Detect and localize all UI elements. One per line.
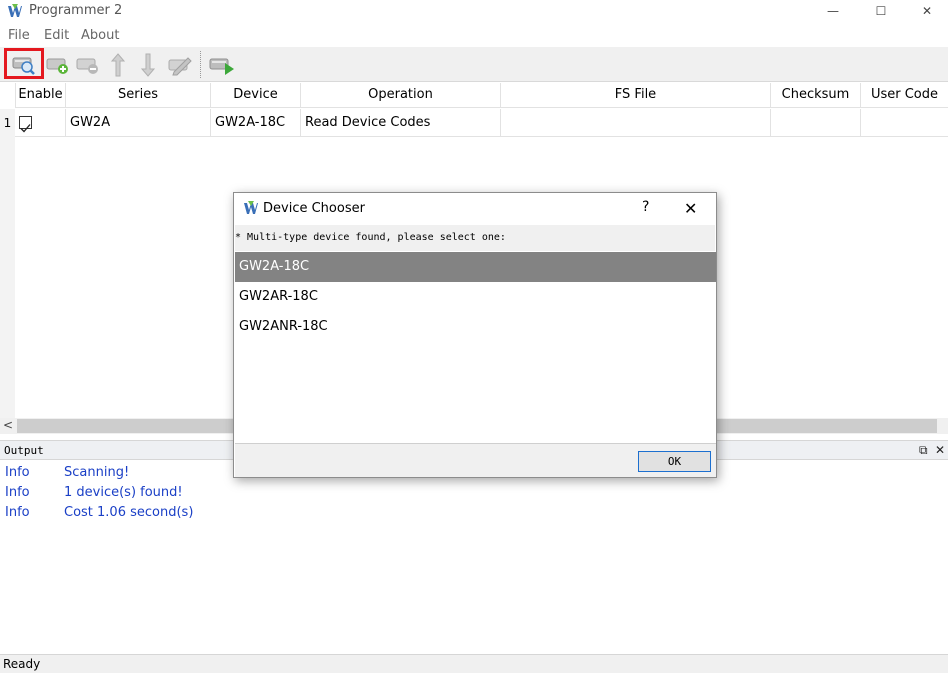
dialog-prompt: * Multi-type device found, please select… xyxy=(235,225,715,251)
checkmark-icon xyxy=(20,124,31,133)
gowin-logo-icon xyxy=(8,4,22,17)
program-run-button[interactable] xyxy=(207,50,237,80)
move-down-icon xyxy=(140,53,156,77)
enable-checkbox[interactable] xyxy=(19,116,32,133)
log-level: Info xyxy=(5,465,30,480)
remove-device-button[interactable] xyxy=(72,50,102,80)
row-header-corner xyxy=(0,83,16,108)
help-button[interactable]: ? xyxy=(642,199,649,215)
log-level: Info xyxy=(5,505,30,520)
menu-edit[interactable]: Edit xyxy=(44,28,69,43)
output-title: Output xyxy=(4,444,44,457)
move-up-icon xyxy=(110,53,126,77)
gowin-logo-icon xyxy=(244,201,258,214)
user-code-cell xyxy=(861,109,948,137)
row-header-column xyxy=(0,137,15,418)
menu-about[interactable]: About xyxy=(81,28,119,43)
add-device-icon xyxy=(46,58,68,74)
float-panel-icon[interactable]: ⧉ xyxy=(919,443,928,458)
dialog-title: Device Chooser xyxy=(263,201,365,216)
table-row[interactable]: 1 GW2A GW2A-18C Read Device Codes xyxy=(0,109,948,137)
operation-cell: Read Device Codes xyxy=(301,109,501,137)
window-title: Programmer 2 xyxy=(29,3,123,18)
device-chooser-dialog: Device Chooser ? ✕ * Multi-type device f… xyxy=(233,192,717,478)
title-bar: Programmer 2 — ☐ ✕ xyxy=(0,0,948,24)
close-window-button[interactable]: ✕ xyxy=(904,0,948,22)
row-number: 1 xyxy=(0,109,15,137)
device-option-list: GW2A-18C GW2AR-18C GW2ANR-18C xyxy=(235,251,716,441)
minimize-button[interactable]: — xyxy=(810,0,856,22)
column-checksum[interactable]: Checksum xyxy=(771,83,861,108)
device-option[interactable]: GW2AR-18C xyxy=(235,282,716,312)
edit-device-icon xyxy=(168,57,192,76)
toolbar-separator xyxy=(200,51,201,78)
fs-file-cell xyxy=(501,109,771,137)
dialog-close-button[interactable]: ✕ xyxy=(684,199,697,218)
column-device[interactable]: Device xyxy=(211,83,301,108)
remove-device-icon xyxy=(76,58,98,74)
output-log: Info Scanning! Info 1 device(s) found! I… xyxy=(0,461,948,654)
device-cell: GW2A-18C xyxy=(211,109,301,137)
series-cell: GW2A xyxy=(66,109,211,137)
device-option[interactable]: GW2A-18C xyxy=(235,252,716,282)
log-entry: Info 1 device(s) found! xyxy=(0,485,948,505)
checksum-cell xyxy=(771,109,861,137)
program-run-icon xyxy=(209,58,234,75)
log-message: Scanning! xyxy=(64,465,130,480)
scan-device-button[interactable] xyxy=(4,48,44,79)
dialog-footer: OK xyxy=(235,443,716,477)
status-text: Ready xyxy=(3,657,41,671)
log-message: Cost 1.06 second(s) xyxy=(64,505,194,520)
menu-file[interactable]: File xyxy=(8,28,30,43)
toolbar xyxy=(0,47,948,82)
scroll-left-icon[interactable]: < xyxy=(3,418,13,432)
log-level: Info xyxy=(5,485,30,500)
edit-device-button[interactable] xyxy=(164,50,194,80)
table-header: Enable Series Device Operation FS File C… xyxy=(0,83,948,108)
move-down-button[interactable] xyxy=(133,50,163,80)
log-entry: Info Cost 1.06 second(s) xyxy=(0,505,948,525)
column-user-code[interactable]: User Code xyxy=(861,83,948,108)
device-option[interactable]: GW2ANR-18C xyxy=(235,312,716,342)
column-fs-file[interactable]: FS File xyxy=(501,83,771,108)
column-operation[interactable]: Operation xyxy=(301,83,501,108)
column-enable[interactable]: Enable xyxy=(16,83,66,108)
log-message: 1 device(s) found! xyxy=(64,485,183,500)
column-series[interactable]: Series xyxy=(66,83,211,108)
enable-cell xyxy=(16,109,66,137)
ok-button[interactable]: OK xyxy=(638,451,711,472)
close-panel-icon[interactable]: ✕ xyxy=(935,443,945,457)
status-bar: Ready xyxy=(0,654,948,673)
add-device-button[interactable] xyxy=(42,50,72,80)
scan-device-icon xyxy=(12,57,35,75)
maximize-button[interactable]: ☐ xyxy=(858,0,904,22)
move-up-button[interactable] xyxy=(103,50,133,80)
menu-bar: File Edit About xyxy=(0,26,948,46)
